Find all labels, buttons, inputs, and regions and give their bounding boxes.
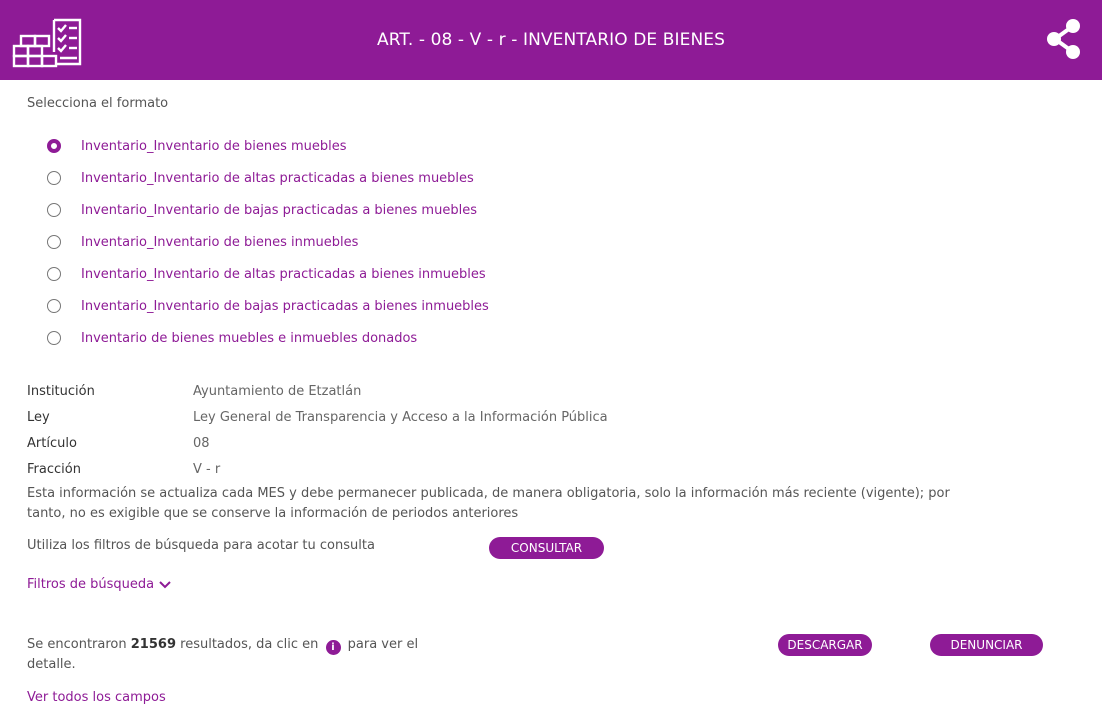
info-value: Ley General de Transparencia y Acceso a … (193, 409, 608, 425)
info-row-ley: Ley Ley General de Transparencia y Acces… (27, 404, 608, 430)
info-row-articulo: Artículo 08 (27, 430, 608, 456)
info-row-institucion: Institución Ayuntamiento de Etzatlán (27, 378, 608, 404)
info-value: Ayuntamiento de Etzatlán (193, 383, 362, 399)
info-value: V - r (193, 461, 221, 477)
info-icon: i (325, 640, 341, 655)
format-option-label[interactable]: Inventario_Inventario de altas practicad… (81, 267, 486, 282)
info-row-fraccion: Fracción V - r (27, 456, 608, 482)
format-radio-group: Inventario_Inventario de bienes muebles … (47, 130, 489, 354)
radio-unchecked[interactable] (47, 235, 61, 249)
page-header: ART. - 08 - V - r - INVENTARIO DE BIENES (0, 0, 1102, 80)
consultar-button[interactable]: CONSULTAR (489, 537, 604, 559)
format-option-label[interactable]: Inventario_Inventario de bajas practicad… (81, 299, 489, 314)
results-prefix: Se encontraron (27, 637, 131, 652)
info-key: Ley (27, 409, 50, 425)
radio-unchecked[interactable] (47, 171, 61, 185)
info-table: Institución Ayuntamiento de Etzatlán Ley… (27, 378, 608, 482)
info-key: Institución (27, 383, 95, 399)
radio-unchecked[interactable] (47, 203, 61, 217)
radio-unchecked[interactable] (47, 267, 61, 281)
update-note: Esta información se actualiza cada MES y… (27, 486, 950, 521)
format-option[interactable]: Inventario_Inventario de altas practicad… (47, 162, 489, 194)
view-all-fields-link[interactable]: Ver todos los campos (27, 690, 166, 705)
format-option[interactable]: Inventario_Inventario de bienes inmueble… (47, 226, 489, 258)
search-filters-toggle[interactable]: Filtros de búsqueda (27, 577, 171, 592)
chevron-down-icon (159, 580, 171, 588)
filter-instructions: Utiliza los filtros de búsqueda para aco… (27, 538, 375, 553)
info-value: 08 (193, 435, 210, 451)
radio-unchecked[interactable] (47, 299, 61, 313)
radio-unchecked[interactable] (47, 331, 61, 345)
format-option-label[interactable]: Inventario_Inventario de bajas practicad… (81, 203, 477, 218)
format-select-label: Selecciona el formato (27, 96, 169, 111)
info-key: Fracción (27, 461, 81, 477)
share-icon[interactable] (1046, 18, 1082, 60)
denunciar-button[interactable]: DENUNCIAR (930, 634, 1043, 656)
results-count: 21569 (130, 637, 176, 652)
info-key: Artículo (27, 435, 77, 451)
results-summary: Se encontraron 21569 resultados, da clic… (27, 635, 447, 675)
format-option[interactable]: Inventario_Inventario de bienes muebles (47, 130, 489, 162)
page-title: ART. - 08 - V - r - INVENTARIO DE BIENES (376, 30, 726, 50)
format-option[interactable]: Inventario_Inventario de bajas practicad… (47, 194, 489, 226)
format-option-label[interactable]: Inventario_Inventario de altas practicad… (81, 171, 474, 186)
search-filters-label: Filtros de búsqueda (27, 577, 155, 592)
format-option[interactable]: Inventario de bienes muebles e inmuebles… (47, 322, 489, 354)
radio-checked[interactable] (47, 139, 61, 153)
results-middle: resultados, da clic en (176, 637, 323, 652)
descargar-button[interactable]: DESCARGAR (778, 634, 872, 656)
format-option-label[interactable]: Inventario_Inventario de bienes muebles (81, 139, 347, 154)
format-option[interactable]: Inventario_Inventario de bajas practicad… (47, 290, 489, 322)
format-option-label[interactable]: Inventario de bienes muebles e inmuebles… (81, 331, 417, 346)
format-option-label[interactable]: Inventario_Inventario de bienes inmueble… (81, 235, 358, 250)
format-option[interactable]: Inventario_Inventario de altas practicad… (47, 258, 489, 290)
